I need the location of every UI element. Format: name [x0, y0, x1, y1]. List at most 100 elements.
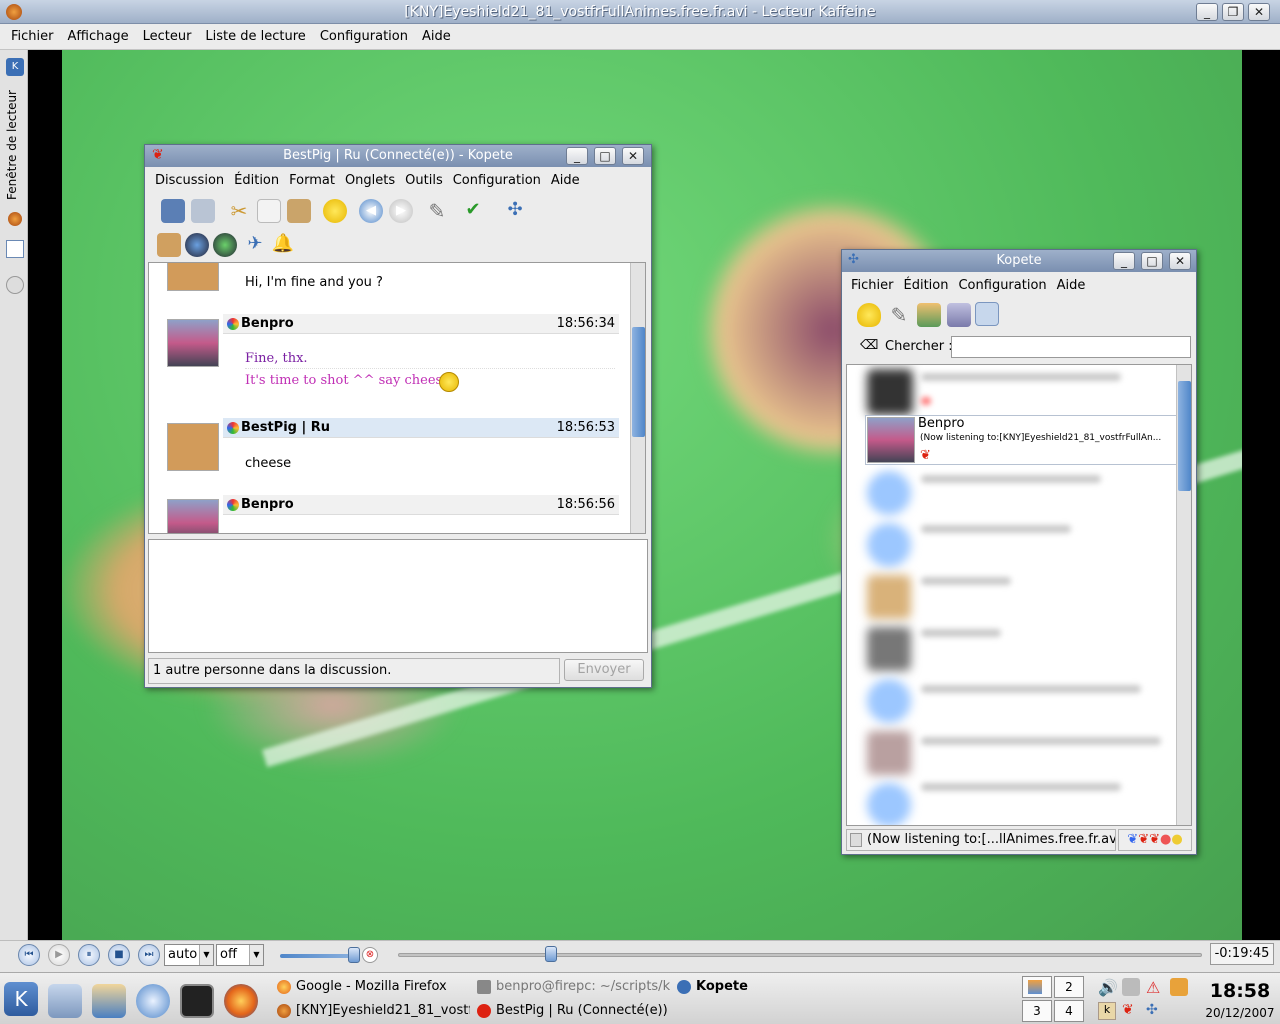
menu-liste-de-lecture[interactable]: Liste de lecture — [198, 29, 312, 44]
previous-icon[interactable]: ⏮ — [18, 944, 40, 966]
contact-photo-icon[interactable] — [157, 233, 181, 257]
contact-list[interactable]: Benpro (Now listening to:[KNY]Eyeshield2… — [846, 364, 1192, 826]
list-item[interactable] — [865, 367, 1177, 419]
aspect-select[interactable]: auto ▼ — [164, 944, 214, 966]
deinterlace-select[interactable]: off ▼ — [216, 944, 264, 966]
kopete-close-button[interactable]: ✕ — [1169, 252, 1191, 270]
status-user-icon[interactable] — [857, 303, 881, 327]
firefox-icon[interactable] — [224, 984, 258, 1018]
dock-tab-player-window[interactable]: Fenêtre de lecteur — [2, 90, 26, 210]
menu-configuration[interactable]: Configuration — [313, 29, 415, 44]
menu-fichier[interactable]: Fichier — [4, 29, 61, 44]
task-chat[interactable]: BestPig | Ru (Connecté(e)) — [474, 1000, 670, 1022]
menu-fichier[interactable]: Fichier — [846, 278, 899, 293]
back-icon[interactable]: ◀ — [359, 199, 383, 223]
message-input[interactable] — [148, 539, 648, 653]
search-input[interactable] — [951, 336, 1191, 358]
task-kaffeine[interactable]: [KNY]Eyeshield21_81_vostfr — [274, 1000, 470, 1022]
kde-applet-icon[interactable]: k — [1098, 1002, 1116, 1020]
desktop-2[interactable]: 2 — [1054, 976, 1084, 998]
task-kopete[interactable]: Kopete — [674, 976, 824, 998]
list-item[interactable] — [865, 519, 1177, 571]
list-item[interactable] — [865, 571, 1177, 623]
seek-slider-handle[interactable] — [544, 946, 557, 962]
add-contact-icon[interactable] — [213, 233, 237, 257]
menu-edition[interactable]: Édition — [229, 173, 284, 188]
spellcheck-icon[interactable]: ✔ — [461, 199, 485, 223]
kde-menu-icon[interactable]: K — [4, 982, 38, 1016]
menu-configuration[interactable]: Configuration — [953, 278, 1051, 293]
next-icon[interactable]: ⏭ — [138, 944, 160, 966]
smiley-icon[interactable] — [323, 199, 347, 223]
menu-onglets[interactable]: Onglets — [340, 173, 400, 188]
send-button[interactable]: Envoyer — [564, 659, 644, 681]
kopete-minimize-button[interactable]: _ — [1113, 252, 1135, 270]
kde-start-icon[interactable]: K — [6, 58, 24, 76]
warning-icon[interactable]: ⚠ — [1146, 978, 1164, 997]
clipboard-icon[interactable] — [1170, 978, 1188, 996]
menu-configuration[interactable]: Configuration — [448, 173, 546, 188]
clock-time[interactable]: 18:58 — [1202, 980, 1278, 1002]
forward-icon[interactable]: ▶ — [389, 199, 413, 223]
play-icon[interactable]: ▶ — [48, 944, 70, 966]
list-item[interactable] — [865, 623, 1177, 675]
chat-close-button[interactable]: ✕ — [622, 147, 644, 165]
send-file-icon[interactable]: ✈ — [243, 233, 267, 257]
network-icon[interactable] — [1122, 978, 1140, 996]
pencil-icon[interactable]: ✎ — [425, 199, 449, 223]
account-status-icons[interactable]: ❦❦❦●● — [1118, 829, 1192, 851]
print-icon[interactable] — [191, 199, 215, 223]
edit-status-icon[interactable]: ✎ — [887, 303, 911, 327]
chat-scrollbar[interactable] — [630, 263, 645, 533]
scrollbar-thumb[interactable] — [1178, 381, 1191, 491]
contact-info-icon[interactable] — [185, 233, 209, 257]
desktop-icon[interactable] — [92, 984, 126, 1018]
list-item[interactable] — [865, 779, 1177, 825]
list-item[interactable] — [865, 675, 1177, 727]
menu-affichage[interactable]: Affichage — [61, 29, 136, 44]
volume-slider-track[interactable] — [280, 954, 358, 958]
save-icon[interactable] — [161, 199, 185, 223]
system-icon[interactable] — [48, 984, 82, 1018]
disc-tab-icon[interactable] — [6, 276, 24, 294]
menu-edition[interactable]: Édition — [899, 278, 954, 293]
list-item[interactable] — [865, 467, 1177, 519]
scrollbar-thumb[interactable] — [632, 327, 645, 437]
group-icon[interactable] — [947, 303, 971, 327]
chat-maximize-button[interactable]: □ — [594, 147, 616, 165]
menu-aide[interactable]: Aide — [415, 29, 458, 44]
cut-icon[interactable]: ✂ — [227, 199, 251, 223]
menu-outils[interactable]: Outils — [400, 173, 448, 188]
menu-format[interactable]: Format — [284, 173, 340, 188]
copy-icon[interactable] — [257, 199, 281, 223]
playlist-tab-icon[interactable] — [6, 240, 24, 258]
nudge-bell-icon[interactable]: 🔔 — [271, 233, 295, 257]
browser-icon[interactable] — [136, 984, 170, 1018]
mute-icon[interactable]: ⊗ — [362, 947, 378, 963]
kopete-tray-icon[interactable]: ❦ — [1122, 1002, 1140, 1020]
contact-scrollbar[interactable] — [1176, 365, 1191, 825]
chat-minimize-button[interactable]: _ — [566, 147, 588, 165]
volume-icon[interactable]: 🔊 — [1098, 978, 1118, 997]
terminal-icon[interactable] — [180, 984, 214, 1018]
clear-search-icon[interactable]: ⌫ — [860, 339, 878, 353]
desktop-3[interactable]: 3 — [1022, 1000, 1052, 1022]
list-item[interactable] — [865, 727, 1177, 779]
menu-lecteur[interactable]: Lecteur — [136, 29, 199, 44]
menu-aide[interactable]: Aide — [1052, 278, 1091, 293]
task-firefox[interactable]: Google - Mozilla Firefox — [274, 976, 470, 998]
menu-aide[interactable]: Aide — [546, 173, 585, 188]
kopete-tray-icon[interactable]: ✣ — [1146, 1002, 1164, 1020]
close-button[interactable]: ✕ — [1248, 3, 1270, 21]
pause-icon[interactable]: ⏸ — [78, 944, 100, 966]
maximize-button[interactable]: ❐ — [1222, 3, 1244, 21]
show-offline-icon[interactable] — [975, 302, 999, 326]
list-item-benpro[interactable]: Benpro (Now listening to:[KNY]Eyeshield2… — [865, 415, 1177, 465]
contacts-network-icon[interactable]: ✣ — [503, 199, 527, 223]
minimize-button[interactable]: _ — [1196, 3, 1218, 21]
stop-icon[interactable]: ■ — [108, 944, 130, 966]
desktop-4[interactable]: 4 — [1054, 1000, 1084, 1022]
kopete-maximize-button[interactable]: □ — [1141, 252, 1163, 270]
clock-date[interactable]: 20/12/2007 — [1202, 1006, 1278, 1020]
task-terminal[interactable]: benpro@firepc: ~/scripts/ka — [474, 976, 670, 998]
